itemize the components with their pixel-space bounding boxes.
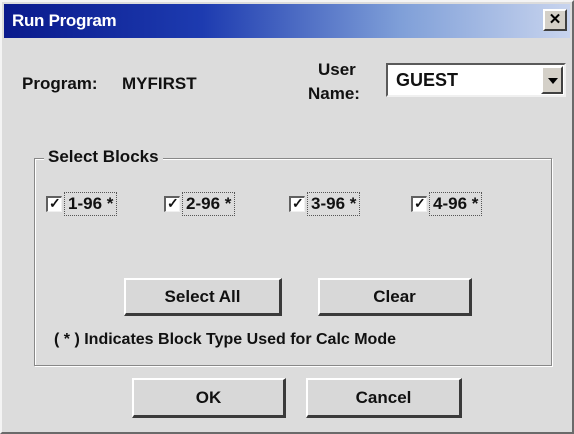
- clear-button[interactable]: Clear: [318, 278, 472, 316]
- checkbox[interactable]: ✓: [411, 195, 427, 212]
- cancel-button[interactable]: Cancel: [306, 378, 462, 418]
- check-icon: ✓: [414, 195, 426, 211]
- block-label-1[interactable]: 1-96 *: [64, 192, 118, 216]
- check-icon: ✓: [167, 195, 179, 211]
- close-button[interactable]: ✕: [543, 9, 567, 31]
- user-name-value: GUEST: [396, 70, 459, 90]
- checkbox[interactable]: ✓: [289, 195, 305, 212]
- block-label-4[interactable]: 4-96 *: [429, 192, 483, 216]
- ok-button[interactable]: OK: [132, 378, 286, 418]
- program-label: Program:: [22, 74, 98, 93]
- check-icon: ✓: [49, 195, 61, 211]
- window-title: Run Program: [12, 11, 117, 30]
- checkbox[interactable]: ✓: [46, 195, 62, 212]
- user-name-label-line2: Name:: [308, 84, 360, 103]
- user-name-select[interactable]: GUEST: [386, 63, 566, 97]
- chevron-down-icon[interactable]: [541, 66, 563, 94]
- calc-mode-note: ( * ) Indicates Block Type Used for Calc…: [54, 331, 396, 348]
- checkbox[interactable]: ✓: [164, 195, 180, 212]
- program-value: MYFIRST: [122, 74, 197, 93]
- block-label-2[interactable]: 2-96 *: [182, 192, 236, 216]
- user-name-label-line1: User: [318, 60, 356, 79]
- title-bar[interactable]: Run Program ✕: [4, 4, 570, 38]
- close-icon: ✕: [548, 11, 562, 28]
- block-label-3[interactable]: 3-96 *: [307, 192, 361, 216]
- select-all-button[interactable]: Select All: [124, 278, 282, 316]
- check-icon: ✓: [292, 195, 304, 211]
- select-blocks-label: Select Blocks: [44, 147, 163, 167]
